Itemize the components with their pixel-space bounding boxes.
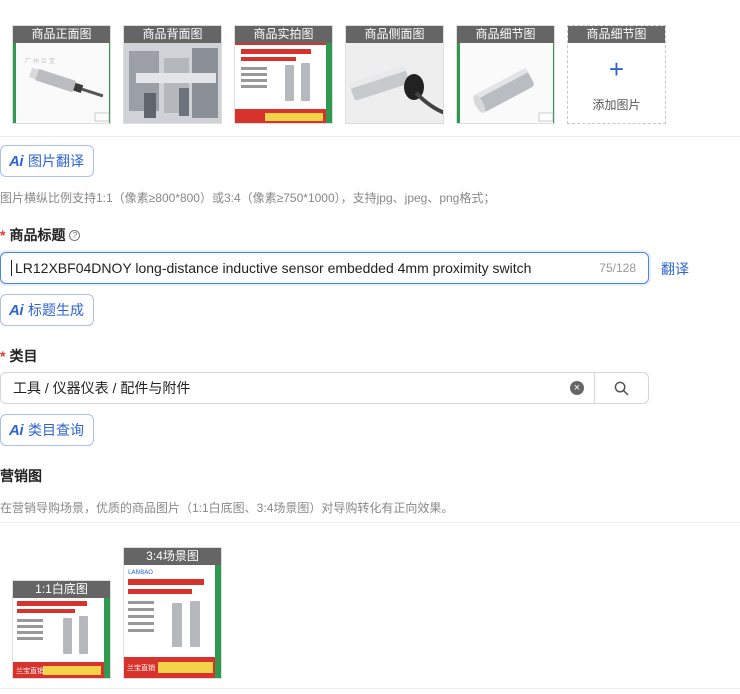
category-value[interactable]: 工具 / 仪器仪表 / 配件与附件: [1, 378, 570, 398]
required-mark: *: [0, 348, 6, 364]
title-label-text: 商品标题: [9, 227, 66, 243]
category-input[interactable]: 工具 / 仪器仪表 / 配件与附件 ×: [0, 372, 649, 404]
sensor-photo-front: 广 州 兰 宝: [13, 43, 110, 123]
ai-icon: Ai: [9, 301, 24, 319]
divider: [0, 522, 740, 523]
marketing-poster-square: 兰宝直销: [13, 598, 110, 678]
image-caption: 商品背面图: [124, 26, 221, 43]
divider: [0, 688, 740, 689]
image-caption: 商品实拍图: [235, 26, 332, 43]
add-image-label: 添加图片: [592, 98, 641, 112]
image-caption: 商品正面图: [13, 26, 110, 43]
product-image-real[interactable]: 商品实拍图: [234, 25, 333, 124]
image-caption: 商品细节图: [457, 26, 554, 43]
ai-icon: Ai: [9, 152, 24, 170]
poster-brand: 兰宝直销: [16, 666, 44, 675]
category-query-button[interactable]: Ai 类目查询: [0, 414, 94, 446]
sensor-photo-detail: [457, 43, 554, 123]
sensor-poster: [235, 43, 332, 123]
sensor-photo-back: [124, 43, 221, 123]
sensor-photo-side: [346, 43, 443, 123]
category-label-text: 类目: [9, 348, 38, 364]
category-query-label: 类目查询: [28, 422, 84, 438]
product-image-back[interactable]: 商品背面图: [123, 25, 222, 124]
marketing-image-square[interactable]: 兰宝直销 1:1白底图: [12, 580, 111, 679]
ai-icon: Ai: [9, 421, 24, 439]
image-translate-button[interactable]: Ai 图片翻译: [0, 145, 94, 177]
image-caption: 3:4场景图: [124, 548, 221, 565]
add-image-button[interactable]: 商品细节图 + 添加图片: [567, 25, 666, 124]
marketing-label: 营销图: [0, 468, 42, 484]
image-caption: 1:1白底图: [13, 581, 110, 598]
product-image-front[interactable]: 广 州 兰 宝 商品正面图: [12, 25, 111, 124]
image-caption: 商品细节图: [568, 26, 665, 43]
clear-icon[interactable]: ×: [570, 381, 584, 395]
search-icon: [614, 381, 629, 395]
title-generate-button[interactable]: Ai 标题生成: [0, 294, 94, 326]
svg-text:广 州 兰 宝: 广 州 兰 宝: [25, 57, 55, 65]
title-label: * 商品标题 ?: [0, 225, 81, 245]
title-input-value[interactable]: LR12XBF04DNOY long-distance inductive se…: [11, 260, 591, 276]
poster-brand: 兰宝直销: [127, 663, 155, 672]
marketing-image-portrait[interactable]: LANBAO 兰宝直销 3:4场景图: [123, 547, 222, 679]
plus-icon: +: [608, 54, 625, 84]
category-label: * 类目: [0, 346, 37, 366]
divider: [0, 136, 740, 137]
image-caption: 商品侧面图: [346, 26, 443, 43]
marketing-hint: 在营销导购场景，优质的商品图片（1:1白底图、3:4场景图）对导购转化有正向效果…: [0, 501, 454, 515]
product-image-detail[interactable]: 商品细节图: [456, 25, 555, 124]
product-image-list: 广 州 兰 宝 商品正面图 商品背面图 商品实拍图 商品侧面图 商品细节图 商品…: [12, 25, 666, 124]
title-char-count: 75/128: [599, 261, 636, 275]
image-translate-label: 图片翻译: [28, 153, 84, 169]
marketing-poster-portrait: LANBAO 兰宝直销: [124, 565, 221, 678]
poster-logo: LANBAO: [128, 569, 153, 576]
title-generate-label: 标题生成: [28, 302, 84, 318]
product-image-side[interactable]: 商品侧面图: [345, 25, 444, 124]
translate-link[interactable]: 翻译: [661, 259, 689, 279]
question-circle-icon[interactable]: ?: [69, 229, 81, 241]
category-search-button[interactable]: [594, 373, 648, 403]
title-input[interactable]: LR12XBF04DNOY long-distance inductive se…: [0, 252, 649, 284]
image-format-hint: 图片横纵比例支持1:1（像素≥800*800）或3:4（像素≥750*1000）…: [0, 191, 496, 205]
required-mark: *: [0, 227, 6, 243]
